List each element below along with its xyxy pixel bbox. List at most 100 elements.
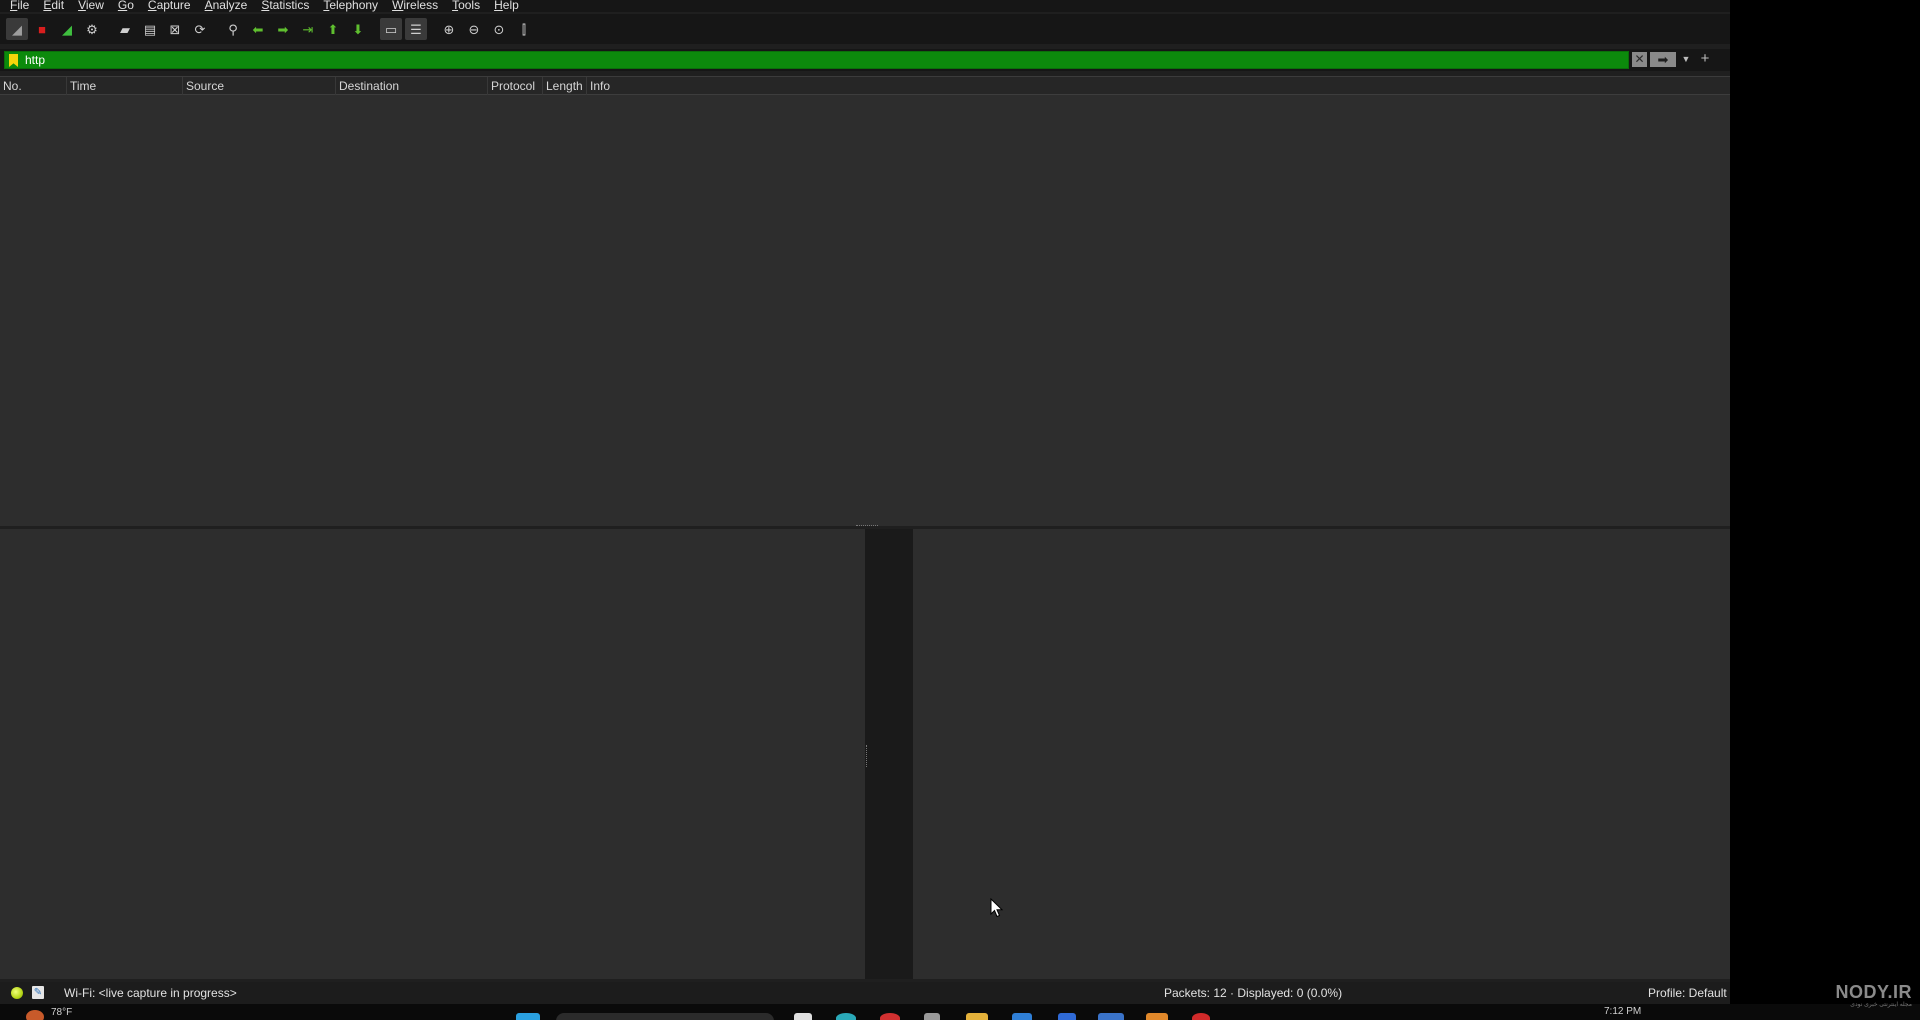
start-menu-icon[interactable] (516, 1013, 540, 1020)
interface-status: Wi-Fi: <live capture in progress> (64, 986, 237, 1000)
menu-tools[interactable]: Tools (452, 0, 480, 11)
colorize-icon: ☰ (410, 21, 422, 37)
edge-browser-icon[interactable] (836, 1013, 856, 1020)
chrome-browser-icon[interactable] (880, 1013, 900, 1020)
close-file-button[interactable]: ⊠ (164, 18, 186, 40)
restart-capture-icon: ◢ (62, 21, 72, 37)
go-first-packet-icon: ⬆ (327, 21, 339, 37)
display-filter-bar: ✕ ➡ ▼ + (0, 49, 1730, 71)
capture-options-button[interactable]: ⚙ (81, 18, 103, 40)
weather-text: 78°F (51, 1007, 73, 1018)
go-to-packet-button[interactable]: ⇥ (297, 18, 319, 40)
zoom-in-button[interactable]: ⊕ (438, 18, 460, 40)
go-first-packet-button[interactable]: ⬆ (322, 18, 344, 40)
capture-options-icon: ⚙ (86, 21, 98, 37)
menu-file[interactable]: File (10, 0, 29, 11)
save-file-button[interactable]: ▤ (139, 18, 161, 40)
vertical-splitter-handle[interactable] (866, 745, 869, 767)
start-capture-icon: ◢ (12, 21, 22, 37)
mail-app-icon[interactable] (1012, 1013, 1032, 1020)
watermark-tagline: مجله اینترنتی خبری نودی (1850, 1002, 1912, 1008)
packet-count-status: Packets: 12 · Displayed: 0 (0.0%) (1164, 986, 1343, 1000)
main-toolbar: ◢ ■ ◢ ⚙ ▰ ▤ ⊠ ⟳ ⚲ ⬅ ➡ ⇥ ⬆ ⬇ ▭ ☰ ⊕ ⊖ ⊙ ⫿ (0, 14, 1730, 44)
save-file-icon: ▤ (143, 21, 157, 37)
menu-capture[interactable]: Capture (148, 0, 191, 11)
zoom-in-icon: ⊕ (443, 21, 455, 37)
profile-status[interactable]: Profile: Default (1648, 982, 1727, 1004)
menu-telephony[interactable]: Telephony (323, 0, 378, 11)
watermark: NODY.IR مجله اینترنتی خبری نودی (1830, 983, 1912, 1013)
vertical-splitter[interactable] (865, 529, 913, 979)
stop-capture-button[interactable]: ■ (31, 18, 53, 40)
taskbar-clock[interactable]: 7:12 PM (1604, 1007, 1641, 1017)
horizontal-splitter-handle[interactable] (856, 525, 878, 528)
go-forward-icon: ➡ (277, 21, 289, 37)
reload-file-button[interactable]: ⟳ (189, 18, 211, 40)
zoom-out-button[interactable]: ⊖ (463, 18, 485, 40)
packet-list-header: No. Time Source Destination Protocol Len… (0, 77, 1730, 95)
packet-list-pane[interactable]: No. Time Source Destination Protocol Len… (0, 76, 1730, 526)
taskbar-search-box[interactable] (556, 1013, 774, 1020)
resize-columns-icon: ⫿ (521, 21, 527, 37)
menu-view[interactable]: View (78, 0, 104, 11)
menu-analyze[interactable]: Analyze (205, 0, 248, 11)
file-explorer-icon[interactable] (966, 1013, 988, 1020)
restart-capture-button[interactable]: ◢ (56, 18, 78, 40)
go-last-packet-icon: ⬇ (352, 21, 364, 37)
open-file-icon: ▰ (120, 21, 130, 37)
taskbar-app-icon[interactable] (924, 1013, 940, 1020)
auto-scroll-button[interactable]: ▭ (380, 18, 402, 40)
go-forward-button[interactable]: ➡ (272, 18, 294, 40)
vscode-icon[interactable] (1058, 1013, 1076, 1020)
wireshark-taskbar-icon[interactable] (1098, 1013, 1124, 1020)
menu-edit[interactable]: Edit (43, 0, 64, 11)
wireshark-window: File Edit View Go Capture Analyze Statistics Te… (0, 0, 1730, 1020)
menu-help[interactable]: Help (494, 0, 519, 11)
zoom-normal-icon: ⊙ (493, 21, 505, 37)
resize-columns-button[interactable]: ⫿ (513, 18, 535, 40)
add-filter-button-icon[interactable]: + (1697, 50, 1713, 68)
windows-taskbar: 78°F 7:12 PM (0, 1004, 1920, 1020)
column-header-source[interactable]: Source (183, 77, 336, 95)
mouse-cursor-icon (990, 898, 1004, 918)
stop-capture-icon: ■ (38, 21, 46, 37)
menu-wireless[interactable]: Wireless (392, 0, 438, 11)
go-back-icon: ⬅ (252, 21, 264, 37)
task-view-icon[interactable] (794, 1013, 812, 1020)
packet-bytes-pane[interactable] (913, 529, 1730, 979)
display-filter-input[interactable] (25, 52, 1625, 68)
menu-statistics[interactable]: Statistics (261, 0, 309, 11)
go-last-packet-button[interactable]: ⬇ (347, 18, 369, 40)
capture-comment-icon[interactable]: ✎ (32, 986, 44, 999)
column-header-length[interactable]: Length (543, 77, 587, 95)
auto-scroll-icon: ▭ (384, 21, 398, 37)
open-file-button[interactable]: ▰ (114, 18, 136, 40)
apply-filter-icon[interactable]: ➡ (1650, 52, 1676, 67)
taskbar-app-icon[interactable] (1146, 1013, 1168, 1020)
filter-dropdown-icon[interactable]: ▼ (1680, 52, 1692, 67)
recorder-icon[interactable] (1192, 1013, 1210, 1020)
watermark-logo: NODY.IR (1835, 982, 1912, 1002)
weather-icon[interactable] (26, 1010, 44, 1020)
filter-bookmark-icon[interactable] (9, 54, 18, 67)
packet-details-pane[interactable] (0, 529, 865, 979)
go-back-button[interactable]: ⬅ (247, 18, 269, 40)
status-bar: ✎ Wi-Fi: <live capture in progress> Pack… (0, 982, 1730, 1004)
find-packet-button[interactable]: ⚲ (222, 18, 244, 40)
colorize-button[interactable]: ☰ (405, 18, 427, 40)
column-header-protocol[interactable]: Protocol (488, 77, 543, 95)
find-packet-icon: ⚲ (228, 21, 238, 37)
clear-filter-icon[interactable]: ✕ (1632, 52, 1647, 67)
expert-info-led-icon[interactable] (11, 987, 23, 999)
go-to-packet-icon: ⇥ (302, 21, 314, 37)
start-capture-button[interactable]: ◢ (6, 18, 28, 40)
zoom-normal-button[interactable]: ⊙ (488, 18, 510, 40)
column-header-info[interactable]: Info (587, 77, 1730, 95)
column-header-destination[interactable]: Destination (336, 77, 488, 95)
menu-go[interactable]: Go (118, 0, 134, 11)
column-header-time[interactable]: Time (67, 77, 183, 95)
column-header-no[interactable]: No. (0, 77, 67, 95)
zoom-out-icon: ⊖ (468, 21, 480, 37)
display-filter-field[interactable] (4, 51, 1629, 69)
reload-file-icon: ⟳ (194, 21, 206, 37)
